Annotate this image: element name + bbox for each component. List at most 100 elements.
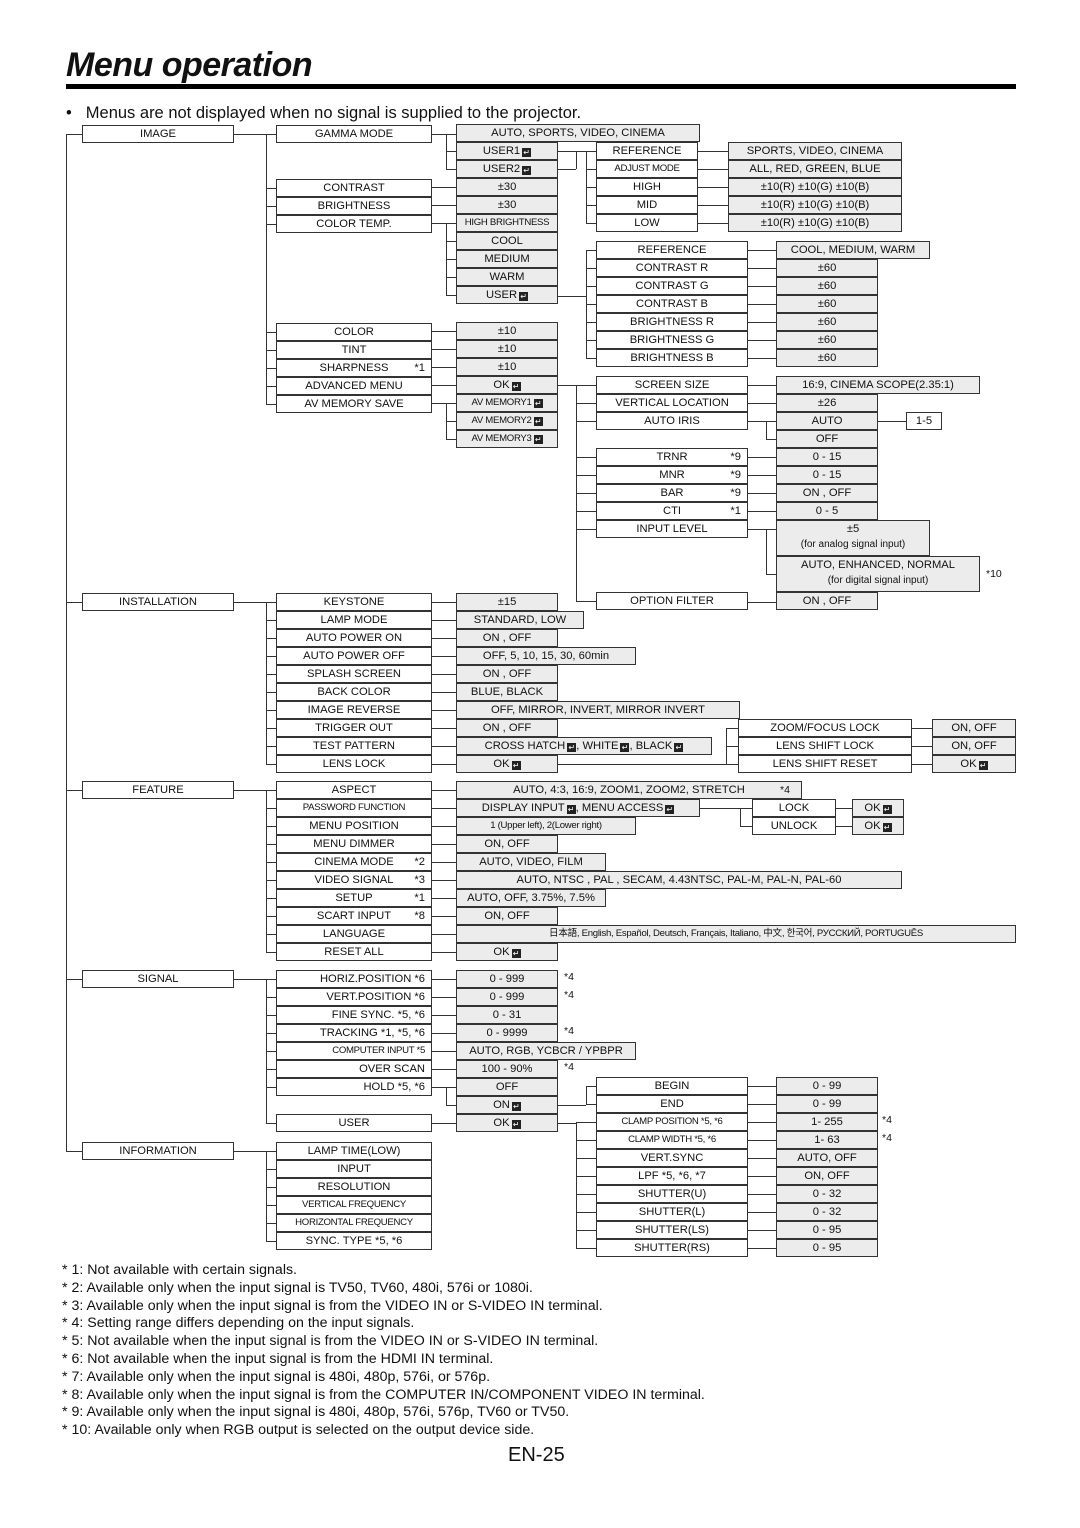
value-feature: ON, OFF (456, 907, 558, 925)
menu-box-label: COOL (491, 235, 523, 247)
item-password-lock: LOCK (752, 799, 836, 817)
menu-box-label: GAMMA MODE (314, 128, 394, 140)
connector-line (66, 790, 82, 791)
value-signal-user: 0 - 95 (776, 1239, 878, 1257)
connector-line (748, 286, 776, 287)
footnote-ref: *8 (414, 910, 425, 922)
connector-line (266, 1015, 276, 1016)
menu-box-label: UNLOCK (770, 820, 818, 832)
item-gamma-high: HIGH (596, 178, 698, 196)
value-av-memory1: AV MEMORY1 ↵ (456, 394, 558, 412)
value-signal-user: 0 - 95 (776, 1221, 878, 1239)
value-label: WHITE (582, 740, 619, 752)
value-gamma-modes: AUTO, SPORTS, VIDEO, CINEMA (456, 124, 700, 142)
connector-line (266, 674, 276, 675)
bullet: • (66, 104, 72, 122)
value-signal: 100 - 90% (456, 1060, 558, 1078)
connector-line (432, 1051, 456, 1052)
enter-key-icon: ↵ (882, 805, 892, 814)
menu-box-label: ±15 (497, 596, 517, 608)
enter-key-icon: ↵ (533, 399, 543, 408)
connector-line (266, 916, 276, 917)
menu-box-label: OVER SCAN (359, 1063, 425, 1075)
footnote-item: * 2: Available only when the input signa… (62, 1279, 533, 1296)
connector-line (266, 620, 276, 621)
value-ct-brightness-g: ±60 (776, 331, 878, 349)
value-iris-auto: AUTO (776, 412, 878, 430)
value-signal: 0 - 999 (456, 970, 558, 988)
item-signal: FINE SYNC. *5, *6 (276, 1006, 432, 1024)
menu-box-label: 0 - 99 (812, 1080, 842, 1092)
value-colortemp-high-brightness: HIGH BRIGHTNESS (456, 214, 558, 232)
value-iris-off: OFF (776, 430, 878, 448)
value-installation: STANDARD, LOW (456, 611, 584, 629)
connector-line (266, 1187, 276, 1188)
connector-line (266, 898, 276, 899)
item-installation: BACK COLOR (276, 683, 432, 701)
connector-line (66, 1151, 82, 1152)
menu-box-label: AUTO, SPORTS, VIDEO, CINEMA (491, 127, 665, 139)
item-feature: SETUP *1 (276, 889, 432, 907)
connector-line (576, 1176, 596, 1177)
connector-line (586, 286, 596, 287)
menu-box-label: HORIZ.POSITION *6 (319, 973, 425, 985)
menu-box-label: SHARPNESS (319, 362, 389, 374)
menu-box-label: 0 - 95 (812, 1242, 842, 1254)
menu-box-label: LENS SHIFT LOCK (775, 740, 875, 752)
menu-box-label: AUTO, NTSC , PAL , SECAM, 4.43NTSC, PAL-… (516, 874, 842, 886)
connector-line (766, 529, 767, 574)
item-feature: CINEMA MODE *2 (276, 853, 432, 871)
connector-line (726, 746, 738, 747)
value-feature: 日本語, English, Español, Deutsch, Français… (456, 925, 1016, 943)
value-installation: BLUE, BLACK (456, 683, 558, 701)
menu-box-label: TRNR (656, 451, 688, 463)
menu-box-label: 0 - 31 (492, 1009, 522, 1021)
connector-line (558, 1123, 576, 1124)
item-information: RESOLUTION (276, 1178, 432, 1196)
value-feature: AUTO, 4:3, 16:9, ZOOM1, ZOOM2, STRETCH (456, 781, 802, 799)
value-gamma-mid: ±10(R) ±10(G) ±10(B) (728, 196, 902, 214)
connector-line (748, 602, 776, 603)
connector-line (766, 574, 776, 575)
item-gamma-mid: MID (596, 196, 698, 214)
connector-line (266, 790, 276, 791)
connector-line (698, 205, 728, 206)
connector-line (576, 421, 596, 422)
menu-box-label: SPORTS, VIDEO, CINEMA (746, 145, 884, 157)
value-color: ±10 (456, 322, 558, 340)
enter-key-icon: ↵ (533, 435, 543, 444)
menu-box-label: VIDEO SIGNAL (314, 874, 394, 886)
value-feature: 1 (Upper left), 2(Lower right) (456, 817, 636, 835)
menu-box-label: PASSWORD FUNCTION (302, 802, 406, 813)
menu-box-label: CLAMP WIDTH *5, *6 (628, 1134, 716, 1145)
menu-box-label: OFF (495, 1081, 519, 1093)
connector-line (698, 187, 728, 188)
connector-line (912, 746, 932, 747)
connector-line (66, 134, 82, 135)
menu-box-label: ±60 (817, 280, 837, 292)
connector-line (576, 475, 596, 476)
connector-line (740, 826, 752, 827)
menu-signal: SIGNAL (82, 970, 234, 988)
item-information: LAMP TIME(LOW) (276, 1142, 432, 1160)
menu-box-label: SCREEN SIZE (634, 379, 710, 391)
connector-line (576, 1230, 596, 1231)
menu-box-label: AV MEMORY1 (471, 397, 532, 408)
connector-line (726, 728, 738, 729)
connector-line (266, 602, 276, 603)
connector-line (586, 169, 596, 170)
menu-box-label: ON, OFF (951, 740, 997, 752)
connector-line (446, 421, 456, 422)
item-adv-option-filter: OPTION FILTER (596, 592, 748, 610)
connector-line (432, 638, 456, 639)
item-signal: USER (276, 1114, 432, 1132)
value-feature: AUTO, VIDEO, FILM (456, 853, 606, 871)
menu-box-label: CONTRAST (323, 182, 385, 194)
menu-box-label: VERT.SYNC (640, 1152, 704, 1164)
value-signal-user: 1- 63 (776, 1131, 878, 1149)
connector-line (432, 1015, 456, 1016)
connector-line (266, 1087, 276, 1088)
menu-box-label: SHUTTER(L) (638, 1206, 706, 1218)
connector-line (446, 1087, 456, 1088)
menu-box-label: OPTION FILTER (630, 595, 714, 607)
